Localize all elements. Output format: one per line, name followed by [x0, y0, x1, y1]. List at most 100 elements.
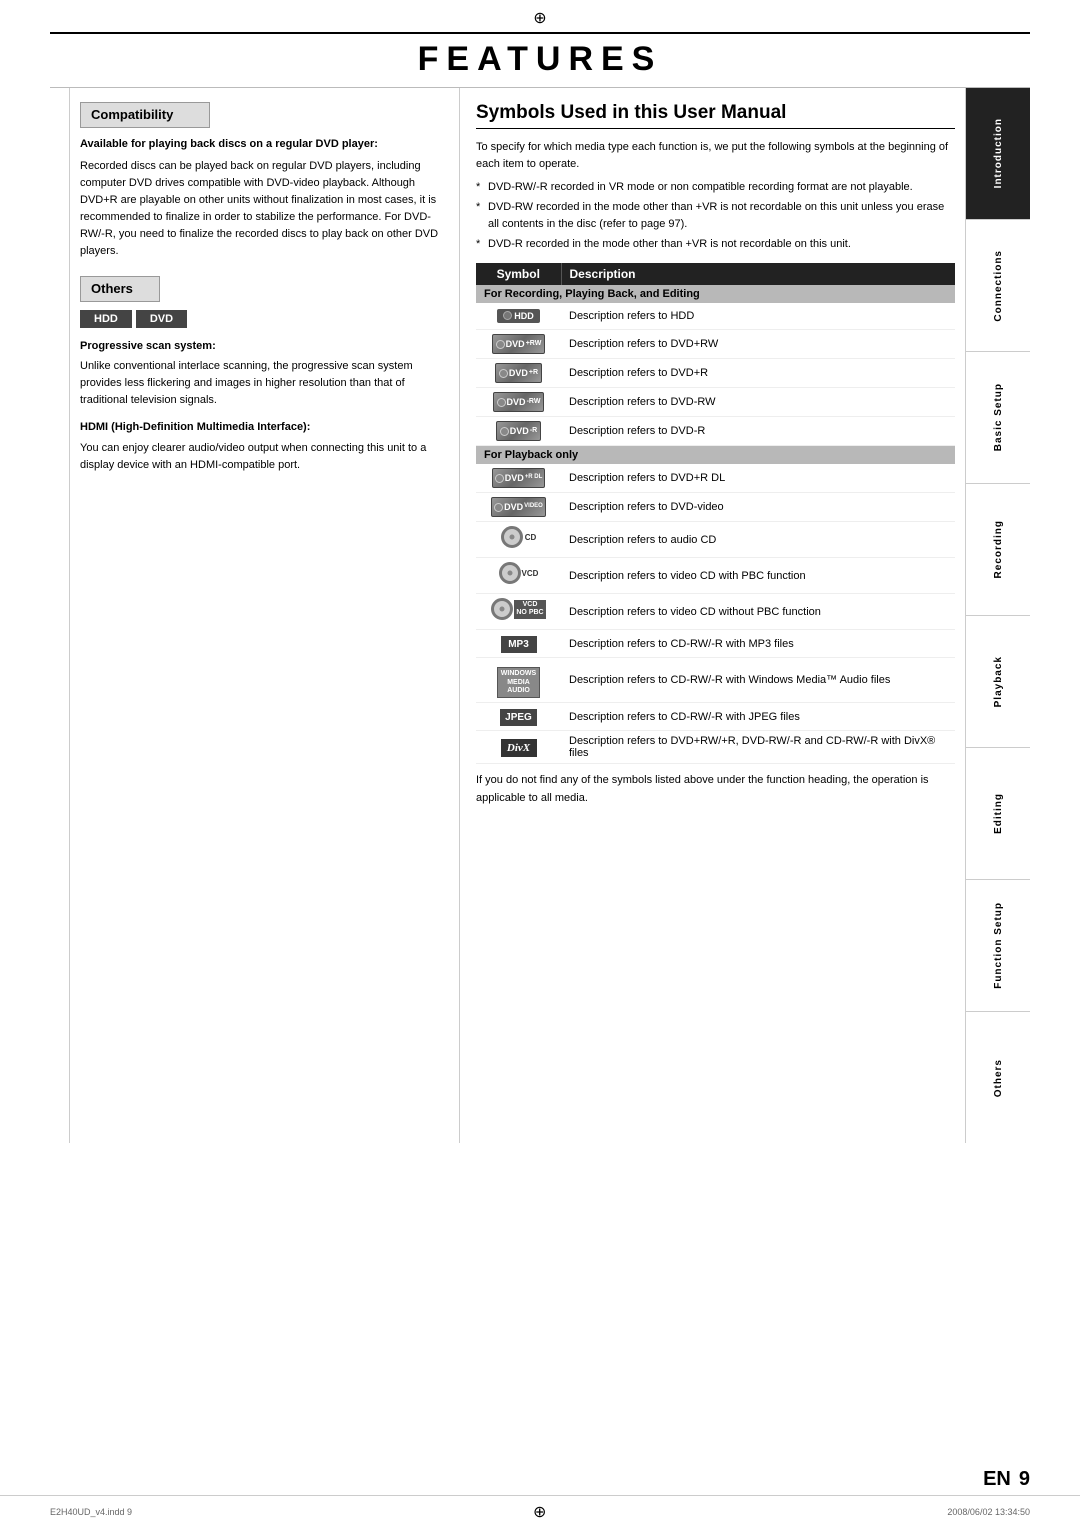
symbol-cell-dvd-minusrw: DVD-RW	[476, 388, 561, 417]
bullet-item-2: * DVD-RW recorded in the mode other than…	[476, 199, 955, 233]
symbol-cell-dvd-plusr: DVD+R	[476, 359, 561, 388]
playback-section-row: For Playback only	[476, 446, 955, 465]
table-row: VCDNO PBC Description refers to video CD…	[476, 594, 955, 630]
sidebar-label-connections: Connections	[993, 250, 1004, 322]
symbol-cell-wma: WINDOWSMEDIAAUDIO	[476, 658, 561, 703]
playback-section-label: For Playback only	[476, 446, 955, 465]
others-section: Others HDD DVD Progressive scan system: …	[80, 276, 441, 474]
compatibility-header: Compatibility	[80, 102, 210, 128]
desc-dvd-plusr-dl: Description refers to DVD+R DL	[561, 464, 955, 493]
bottom-note: If you do not find any of the symbols li…	[476, 772, 955, 806]
dvd-badge: DVD	[136, 310, 187, 328]
footer-file: E2H40UD_v4.indd 9	[50, 1507, 132, 1517]
table-row: WINDOWSMEDIAAUDIO Description refers to …	[476, 658, 955, 703]
sidebar-section-connections: Connections	[966, 220, 1030, 352]
table-row: CD Description refers to audio CD	[476, 522, 955, 558]
table-row: VCD Description refers to video CD with …	[476, 558, 955, 594]
sidebar-label-function-setup: Function Setup	[993, 902, 1004, 989]
symbol-cell-dvd-plusrw: DVD+RW	[476, 330, 561, 359]
bullet-list: * DVD-RW/-R recorded in VR mode or non c…	[476, 179, 955, 253]
page: ⊕ FEATURES Compatibility Available for p…	[0, 0, 1080, 1528]
sidebar-label-basic-setup: Basic Setup	[993, 383, 1004, 451]
progressive-text: Unlike conventional interlace scanning, …	[80, 358, 441, 409]
symbol-cell-mp3: MP3	[476, 630, 561, 658]
title-bar: FEATURES	[50, 32, 1030, 88]
table-row: DVDVIDEO Description refers to DVD-video	[476, 493, 955, 522]
sidebar-section-basic-setup: Basic Setup	[966, 352, 1030, 484]
desc-jpeg: Description refers to CD-RW/-R with JPEG…	[561, 703, 955, 731]
footer-date: 2008/06/02 13:34:50	[947, 1507, 1030, 1517]
left-column: Compatibility Available for playing back…	[70, 88, 460, 1143]
table-row: HDD Description refers to HDD	[476, 303, 955, 330]
hdmi-text: You can enjoy clearer audio/video output…	[80, 440, 441, 474]
top-reg-mark: ⊕	[0, 0, 1080, 32]
symbol-cell-dvd-minusr: DVD-R	[476, 417, 561, 446]
right-sidebar: Introduction Connections Basic Setup Rec…	[965, 88, 1030, 1143]
page-number-area: EN 9	[0, 1458, 1080, 1495]
desc-dvd-video: Description refers to DVD-video	[561, 493, 955, 522]
sidebar-section-editing: Editing	[966, 748, 1030, 880]
sidebar-label-recording: Recording	[993, 520, 1004, 578]
table-row: DVD-R Description refers to DVD-R	[476, 417, 955, 446]
symbol-cell-vcd-pbc: VCD	[476, 558, 561, 594]
progressive-heading: Progressive scan system:	[80, 338, 441, 355]
desc-divx: Description refers to DVD+RW/+R, DVD-RW/…	[561, 731, 955, 764]
sidebar-label-others: Others	[993, 1059, 1004, 1097]
symbol-cell-vcd-nopbc: VCDNO PBC	[476, 594, 561, 630]
table-header-symbol: Symbol	[476, 263, 561, 285]
compatibility-section: Compatibility Available for playing back…	[80, 102, 441, 260]
desc-dvd-plusrw: Description refers to DVD+RW	[561, 330, 955, 359]
table-row: DVD+RW Description refers to DVD+RW	[476, 330, 955, 359]
sidebar-section-playback: Playback	[966, 616, 1030, 748]
desc-mp3: Description refers to CD-RW/-R with MP3 …	[561, 630, 955, 658]
desc-vcd-nopbc: Description refers to video CD without P…	[561, 594, 955, 630]
recording-section-label: For Recording, Playing Back, and Editing	[476, 285, 955, 303]
sidebar-section-others: Others	[966, 1012, 1030, 1143]
table-header-description: Description	[561, 263, 955, 285]
bullet-item-3: * DVD-R recorded in the mode other than …	[476, 236, 955, 253]
page-number: 9	[1019, 1468, 1030, 1491]
sidebar-section-function-setup: Function Setup	[966, 880, 1030, 1012]
others-header: Others	[80, 276, 160, 302]
symbol-cell-dvd-video: DVDVIDEO	[476, 493, 561, 522]
symbol-cell-dvd-plusr-dl: DVD+R DL	[476, 464, 561, 493]
desc-wma: Description refers to CD-RW/-R with Wind…	[561, 658, 955, 703]
symbol-cell-cd: CD	[476, 522, 561, 558]
table-row: JPEG Description refers to CD-RW/-R with…	[476, 703, 955, 731]
registration-mark-top: ⊕	[533, 10, 546, 27]
sidebar-section-introduction: Introduction	[966, 88, 1030, 220]
table-row: DVD+R DL Description refers to DVD+R DL	[476, 464, 955, 493]
desc-dvd-minusrw: Description refers to DVD-RW	[561, 388, 955, 417]
desc-dvd-plusr: Description refers to DVD+R	[561, 359, 955, 388]
sidebar-label-editing: Editing	[993, 793, 1004, 834]
section-title: Symbols Used in this User Manual	[476, 102, 955, 129]
en-label: EN	[983, 1468, 1011, 1491]
page-footer: E2H40UD_v4.indd 9 ⊕ 2008/06/02 13:34:50	[0, 1495, 1080, 1528]
table-row: DivX Description refers to DVD+RW/+R, DV…	[476, 731, 955, 764]
table-row: DVD+R Description refers to DVD+R	[476, 359, 955, 388]
symbols-table: Symbol Description For Recording, Playin…	[476, 263, 955, 764]
hdd-dvd-badges: HDD DVD	[80, 310, 441, 328]
page-title: FEATURES	[50, 40, 1030, 79]
desc-dvd-minusr: Description refers to DVD-R	[561, 417, 955, 446]
desc-hdd: Description refers to HDD	[561, 303, 955, 330]
intro-text: To specify for which media type each fun…	[476, 139, 955, 173]
spacer	[0, 1143, 1080, 1458]
table-row: DVD-RW Description refers to DVD-RW	[476, 388, 955, 417]
sidebar-label-introduction: Introduction	[993, 118, 1004, 188]
left-margin	[50, 88, 70, 1143]
available-text: Recorded discs can be played back on reg…	[80, 158, 441, 260]
symbol-cell-divx: DivX	[476, 731, 561, 764]
hdd-badge: HDD	[80, 310, 132, 328]
sidebar-section-recording: Recording	[966, 484, 1030, 616]
available-heading: Available for playing back discs on a re…	[80, 136, 441, 153]
right-column: Symbols Used in this User Manual To spec…	[460, 88, 965, 1143]
main-content: Compatibility Available for playing back…	[50, 88, 1030, 1143]
table-row: MP3 Description refers to CD-RW/-R with …	[476, 630, 955, 658]
footer-reg-mark: ⊕	[533, 1502, 546, 1522]
desc-vcd-pbc: Description refers to video CD with PBC …	[561, 558, 955, 594]
symbol-cell-jpeg: JPEG	[476, 703, 561, 731]
desc-cd: Description refers to audio CD	[561, 522, 955, 558]
recording-section-row: For Recording, Playing Back, and Editing	[476, 285, 955, 303]
sidebar-label-playback: Playback	[993, 656, 1004, 707]
